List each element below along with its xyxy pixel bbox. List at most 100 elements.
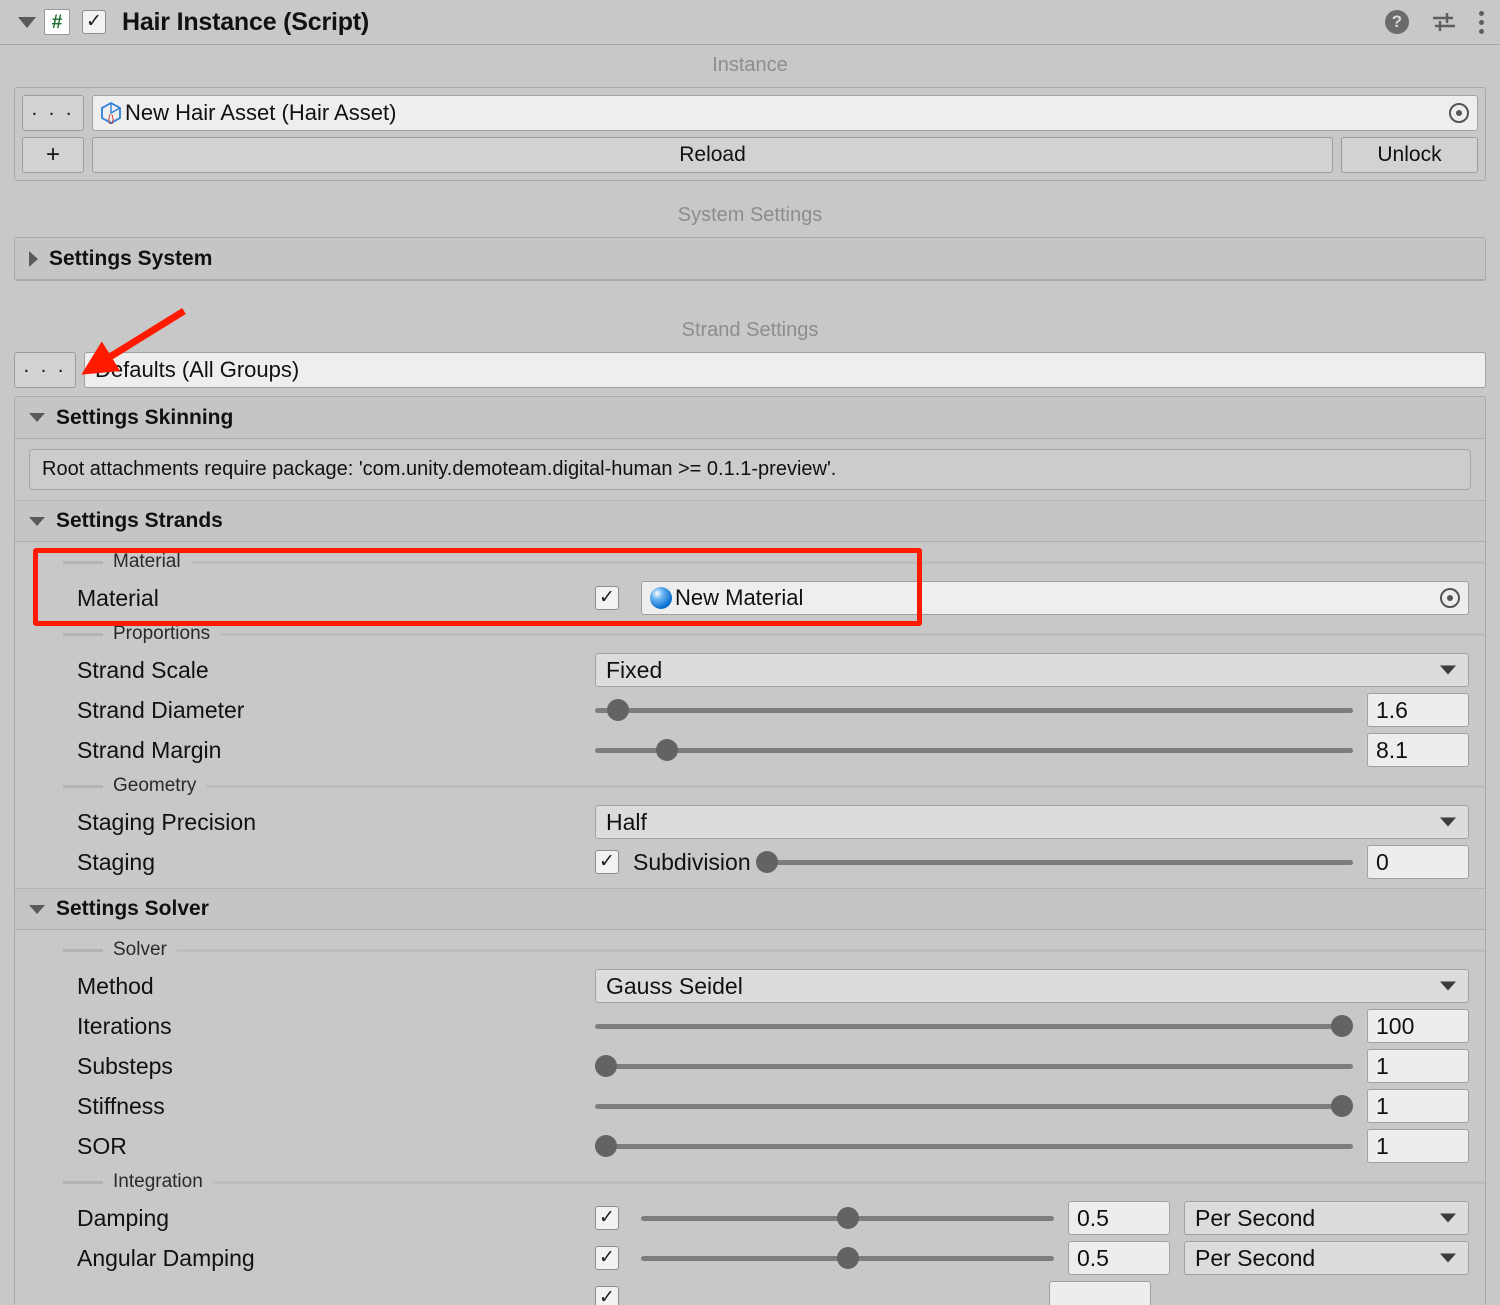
method-dropdown[interactable]: Gauss Seidel [595,969,1469,1003]
damping-slider[interactable] [641,1201,1054,1235]
divider-dash [63,785,103,788]
checkmark-icon: ✓ [599,852,615,871]
iterations-field[interactable]: 100 [1367,1009,1469,1043]
stiffness-row: Stiffness 1 [15,1086,1485,1126]
component-enabled-checkbox[interactable]: ✓ [82,10,106,34]
triangle-down-icon [29,413,45,422]
help-icon[interactable]: ? [1385,10,1409,34]
material-value: New Material [675,585,803,611]
settings-solver-foldout[interactable]: Settings Solver [15,888,1485,930]
unlock-button[interactable]: Unlock [1341,137,1478,173]
slider-knob[interactable] [595,1055,617,1077]
substeps-slider[interactable] [595,1049,1353,1083]
subdivision-label: Subdivision [633,849,751,876]
slider-knob[interactable] [1331,1015,1353,1037]
strand-scale-row: Strand Scale Fixed [15,650,1485,690]
angular-damping-unit-dropdown[interactable]: Per Second [1184,1241,1469,1275]
sor-field[interactable]: 1 [1367,1129,1469,1163]
component-foldout-toggle[interactable] [14,17,40,28]
divider-line [206,785,1485,788]
iterations-slider[interactable] [595,1009,1353,1043]
damping-label: Damping [15,1205,595,1232]
help-glyph: ? [1392,12,1402,32]
reload-button[interactable]: Reload [92,137,1333,173]
method-label: Method [15,973,595,1000]
staging-precision-label: Staging Precision [15,809,595,836]
object-picker-icon[interactable] [1449,103,1469,123]
asset-row: . . . {} New Hair Asset (Hair Asset) [22,95,1478,131]
kebab-menu-icon[interactable] [1479,11,1484,34]
damping-field[interactable]: 0.5 [1068,1201,1170,1235]
slider-knob[interactable] [1331,1095,1353,1117]
angular-damping-checkbox[interactable]: ✓ [595,1246,619,1270]
sor-slider[interactable] [595,1129,1353,1163]
slider-knob[interactable] [595,1135,617,1157]
slider-knob[interactable] [837,1207,859,1229]
subdivision-slider[interactable] [761,845,1353,879]
strands-body: Material Material ✓ New Material Proport… [15,546,1485,888]
method-row: Method Gauss Seidel [15,966,1485,1006]
hair-asset-object-field[interactable]: {} New Hair Asset (Hair Asset) [92,95,1478,131]
iterations-label: Iterations [15,1013,595,1040]
staging-checkbox[interactable]: ✓ [595,850,619,874]
staging-label: Staging [15,849,595,876]
object-picker-icon[interactable] [1440,588,1460,608]
damping-unit-dropdown[interactable]: Per Second [1184,1201,1469,1235]
triangle-down-icon [29,517,45,526]
divider-dash [63,949,103,952]
group-label-geometry: Geometry [15,770,1485,802]
strand-scale-dropdown[interactable]: Fixed [595,653,1469,687]
settings-system-foldout[interactable]: Settings System [15,238,1485,280]
group-label-text: Integration [113,1171,203,1193]
angular-damping-field[interactable]: 0.5 [1068,1241,1170,1275]
triangle-down-icon [29,905,45,914]
angular-damping-slider[interactable] [641,1241,1054,1275]
sor-label: SOR [15,1133,595,1160]
instance-buttons-row: + Reload Unlock [22,137,1478,173]
skinning-helpbox: Root attachments require package: 'com.u… [29,449,1471,490]
strand-margin-field[interactable]: 8.1 [1367,733,1469,767]
checkmark-icon: ✓ [599,1248,615,1267]
next-row-checkbox[interactable]: ✓ [595,1286,619,1305]
strand-group-value: Defaults (All Groups) [95,357,299,383]
component-title: Hair Instance (Script) [122,8,369,37]
slider-knob[interactable] [656,739,678,761]
chevron-down-icon [1440,1214,1456,1223]
settings-strands-foldout[interactable]: Settings Strands [15,500,1485,542]
material-label: Material [15,585,595,612]
strand-diameter-field[interactable]: 1.6 [1367,693,1469,727]
strand-scale-label: Strand Scale [15,657,595,684]
component-header: # ✓ Hair Instance (Script) ? [0,0,1500,45]
triangle-right-icon [29,251,38,267]
divider-dash [63,1181,103,1184]
slider-knob[interactable] [756,851,778,873]
material-override-checkbox[interactable]: ✓ [595,586,619,610]
strand-settings-caption: Strand Settings [0,320,1500,340]
slider-knob[interactable] [837,1247,859,1269]
instance-dots-button[interactable]: . . . [22,95,84,131]
preset-icon[interactable] [1431,10,1457,34]
strand-settings-dots-button[interactable]: . . . [14,352,76,388]
stiffness-field[interactable]: 1 [1367,1089,1469,1123]
group-label-text: Proportions [113,623,210,645]
strand-margin-slider[interactable] [595,733,1353,767]
staging-precision-dropdown[interactable]: Half [595,805,1469,839]
add-instance-button[interactable]: + [22,137,84,173]
material-object-field[interactable]: New Material [641,581,1469,615]
checkmark-icon: ✓ [599,588,615,607]
header-icon-group: ? [1385,10,1484,34]
damping-checkbox[interactable]: ✓ [595,1206,619,1230]
stiffness-slider[interactable] [595,1089,1353,1123]
group-label-solver: Solver [15,934,1485,966]
subdivision-field[interactable]: 0 [1367,845,1469,879]
stiffness-label: Stiffness [15,1093,595,1120]
next-row-field[interactable] [1049,1281,1151,1305]
substeps-field[interactable]: 1 [1367,1049,1469,1083]
group-label-material: Material [15,546,1485,578]
settings-system-label: Settings System [49,247,212,271]
strand-diameter-slider[interactable] [595,693,1353,727]
settings-skinning-foldout[interactable]: Settings Skinning [15,397,1485,439]
slider-knob[interactable] [607,699,629,721]
instance-panel: . . . {} New Hair Asset (Hair Asset) + R… [14,87,1486,181]
strand-group-field[interactable]: Defaults (All Groups) [84,352,1486,388]
